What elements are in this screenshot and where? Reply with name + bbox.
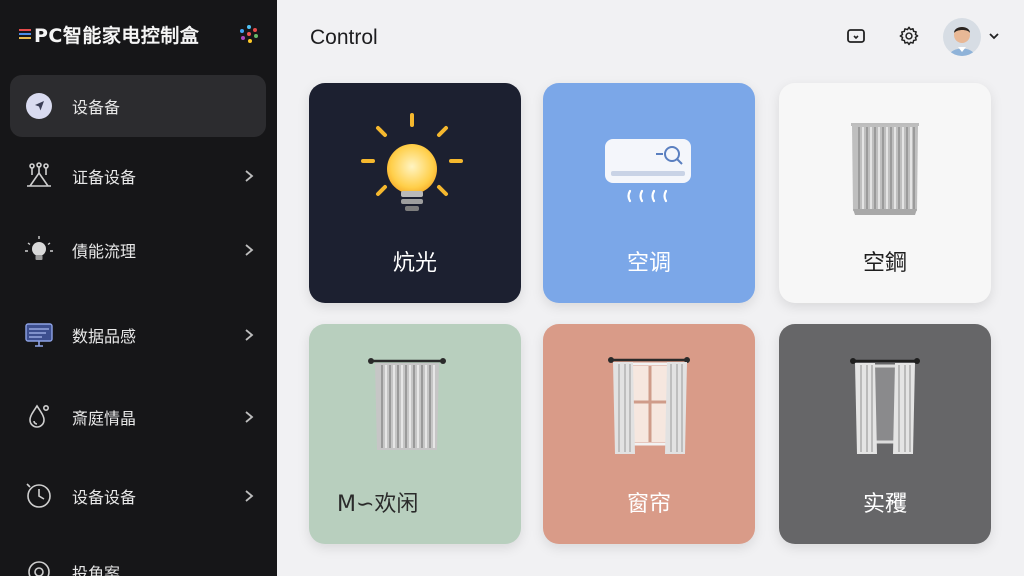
sidebar-item-label: 设备备 — [72, 98, 121, 117]
sidebar-item-energy[interactable]: 債能流理 — [10, 219, 266, 281]
navigation-arrow-icon — [24, 91, 54, 121]
window-curtain-icon — [608, 357, 690, 454]
sidebar-item-settings[interactable]: 投角案 — [10, 541, 266, 576]
settings-icon — [24, 557, 54, 576]
colorful-dots-icon[interactable] — [239, 24, 259, 44]
air-conditioner-icon — [605, 139, 691, 203]
sidebar-item-label: 数据品感 — [72, 327, 137, 346]
device-card-label: 空鋼 — [862, 251, 907, 276]
sidebar-item-label: 投角案 — [72, 564, 121, 576]
sidebar-item-label: 证备设备 — [72, 168, 137, 187]
curtain-icon — [851, 123, 919, 215]
chevron-down-icon — [989, 33, 999, 40]
lightbulb-icon — [24, 235, 54, 265]
user-avatar-icon — [943, 18, 981, 56]
chevron-right-icon — [245, 170, 254, 182]
sidebar-item-schedule[interactable]: 设备设备 — [10, 465, 266, 527]
device-card-light[interactable]: 炕光 — [309, 83, 521, 303]
chevron-right-icon — [245, 329, 254, 341]
sidebar-item-label: 債能流理 — [72, 242, 137, 261]
device-card-label: 空调 — [626, 251, 671, 276]
brand-logo-icon — [19, 29, 31, 39]
avatar[interactable] — [943, 18, 981, 56]
chevron-right-icon — [245, 411, 254, 423]
device-card-label: 实矡 — [862, 492, 907, 517]
settings-button[interactable] — [895, 22, 923, 50]
sidebar-item-environment[interactable]: 斎庭情晶 — [10, 386, 266, 448]
wallet-icon — [847, 29, 865, 43]
device-card-label: M∽欢闲 — [337, 492, 419, 517]
device-card-label: 窗帘 — [626, 492, 671, 517]
device-card-window-curtain[interactable]: 窗帘 — [543, 324, 755, 544]
sidebar: PC智能家电控制盒 设备备 证备设备 債能流理 数据品感 斎庭情晶 设备设备 投… — [0, 0, 277, 576]
device-card-curtain[interactable]: 空鋼 — [779, 83, 991, 303]
window-curtain-icon — [850, 358, 920, 454]
wallet-button[interactable] — [842, 22, 870, 50]
device-card-ac[interactable]: 空调 — [543, 83, 755, 303]
page-title: Control — [310, 26, 378, 49]
sidebar-item-device-list[interactable]: 证备设备 — [10, 145, 266, 207]
sidebar-item-devices[interactable]: 设备备 — [10, 75, 266, 137]
brand-title: PC智能家电控制盒 — [34, 24, 200, 47]
sidebar-item-label: 设备设备 — [72, 488, 137, 507]
network-nodes-icon — [24, 161, 54, 191]
brand: PC智能家电控制盒 — [18, 22, 263, 47]
device-card-curtain-rod[interactable]: M∽欢闲 — [309, 324, 521, 544]
sidebar-item-label: 斎庭情晶 — [72, 409, 137, 428]
account-dropdown-toggle[interactable] — [984, 22, 1004, 50]
curtain-rod-icon — [368, 358, 446, 450]
water-drop-icon — [24, 402, 54, 432]
chevron-right-icon — [245, 490, 254, 502]
clock-icon — [24, 481, 54, 511]
lightbulb-icon — [361, 113, 463, 211]
monitor-icon — [24, 320, 54, 350]
device-card-window-curtain-2[interactable]: 实矡 — [779, 324, 991, 544]
chevron-right-icon — [245, 244, 254, 256]
sidebar-item-data[interactable]: 数据品感 — [10, 304, 266, 366]
gear-icon — [899, 26, 919, 46]
device-card-label: 炕光 — [392, 251, 437, 276]
